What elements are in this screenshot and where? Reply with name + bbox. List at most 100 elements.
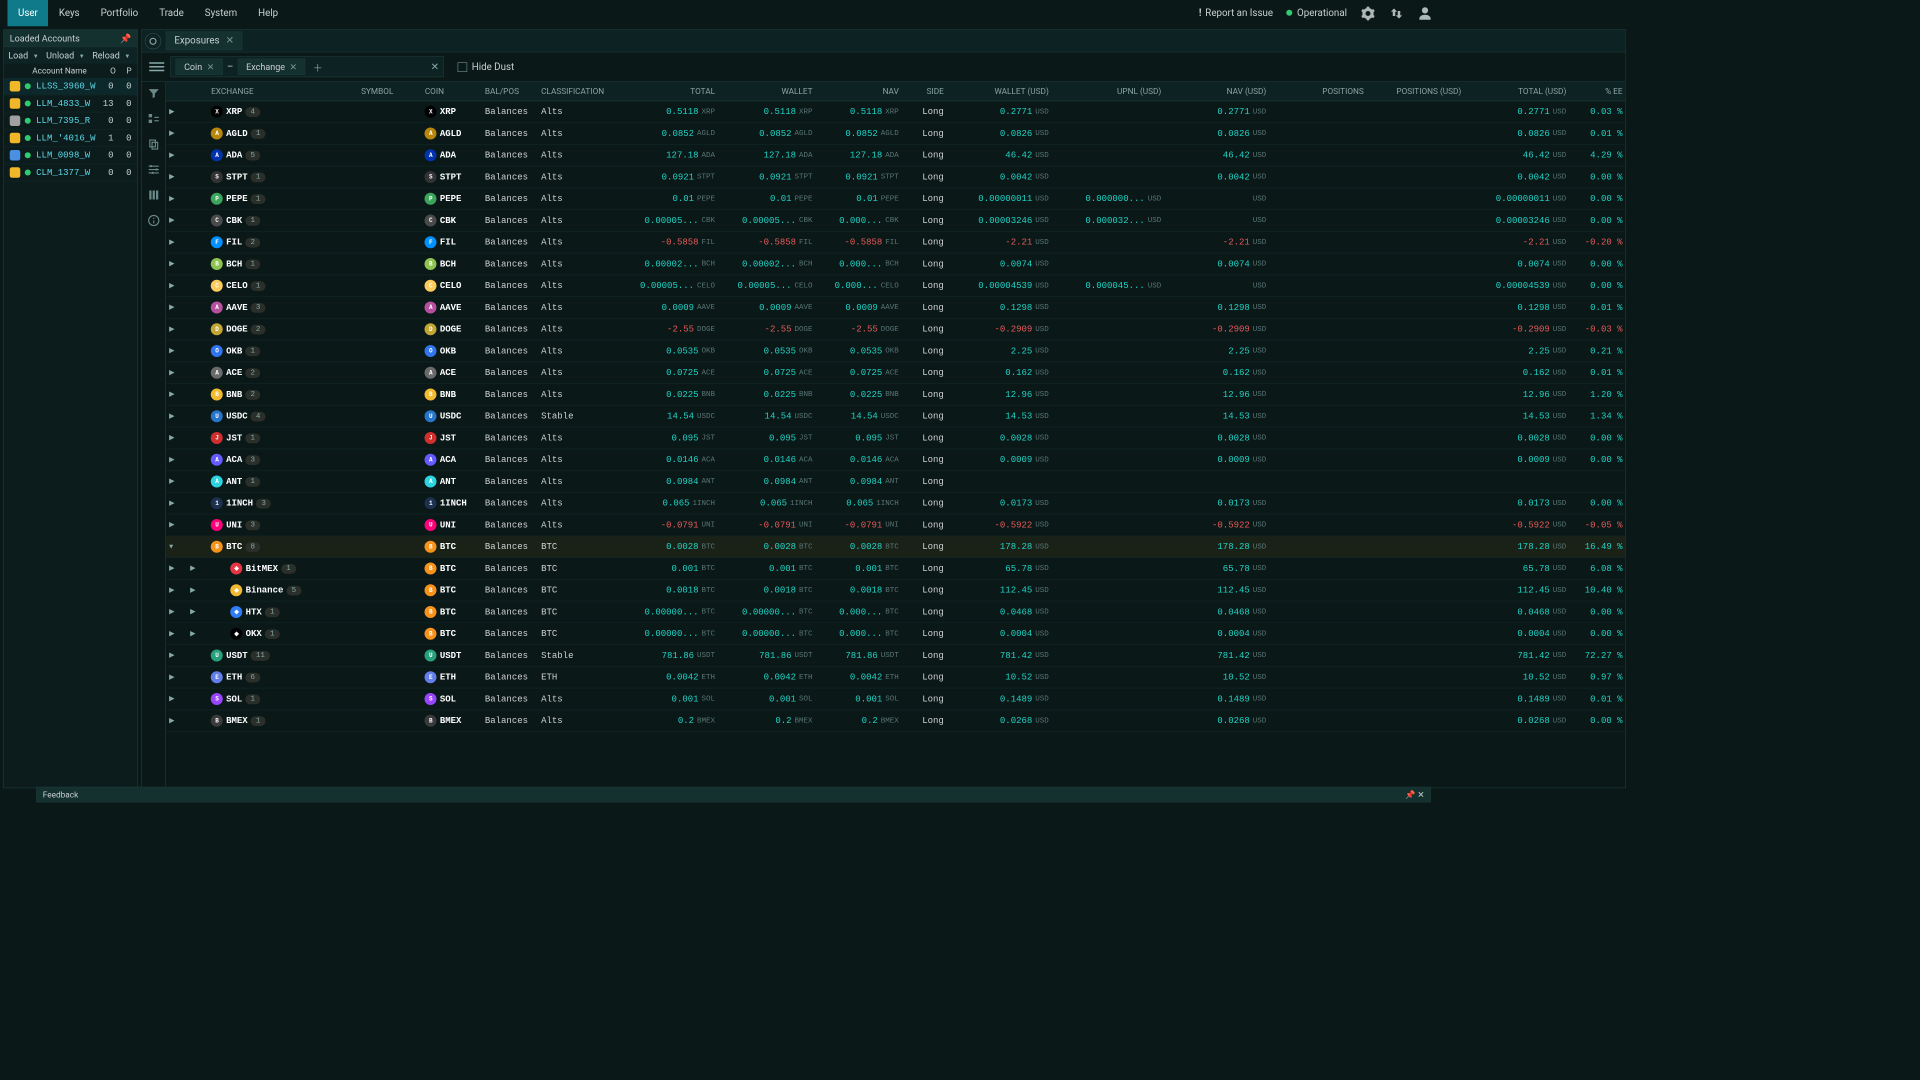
table-row[interactable]: ▶ AACA 3 AACA Balances Alts 0.0146ACA 0.… (166, 449, 1626, 471)
clear-chips-icon[interactable]: ✕ (326, 61, 439, 72)
col-header[interactable]: NAV (816, 82, 902, 101)
expand-icon[interactable]: ▶ (169, 304, 174, 312)
col-header[interactable] (166, 82, 187, 101)
col-header[interactable]: % EE (1569, 82, 1625, 101)
settings-icon[interactable] (1361, 6, 1376, 21)
col-header[interactable]: BAL/POS (482, 82, 538, 101)
swap-icon[interactable] (1389, 6, 1404, 21)
col-header[interactable] (187, 82, 208, 101)
table-row[interactable]: ▶ PPEPE 1 PPEPE Balances Alts 0.01PEPE 0… (166, 188, 1626, 210)
col-header[interactable]: NAV (USD) (1164, 82, 1269, 101)
menu-trade[interactable]: Trade (149, 0, 195, 26)
expand-icon[interactable]: ▶ (169, 173, 174, 181)
expand-icon[interactable]: ▶ (169, 456, 174, 464)
menu-user[interactable]: User (8, 0, 49, 26)
table-row[interactable]: ▶ AACE 2 AACE Balances Alts 0.0725ACE 0.… (166, 362, 1626, 384)
table-row[interactable]: ▶ UUSDC 4 UUSDC Balances Stable 14.54USD… (166, 406, 1626, 428)
expand-icon[interactable]: ▼ (169, 543, 173, 551)
table-row[interactable]: ▶ JJST 1 JJST Balances Alts 0.095JST 0.0… (166, 428, 1626, 450)
table-row[interactable]: ▶ SSOL 1 SSOL Balances Alts 0.001SOL 0.0… (166, 689, 1626, 711)
expand-icon[interactable]: ▶ (169, 369, 174, 377)
table-row[interactable]: ▶ XXRP 4 XXRP Balances Alts 0.5118XRP 0.… (166, 101, 1626, 123)
copy-icon[interactable] (147, 137, 161, 151)
col-header[interactable]: EXCHANGE (208, 82, 358, 101)
expand-icon[interactable]: ▶ (169, 434, 174, 442)
table-row[interactable]: ▶ BBCH 1 BBCH Balances Alts 0.00002...BC… (166, 254, 1626, 276)
table-row[interactable]: ▶ ▶ ◆HTX 1 BBTC Balances BTC 0.00000...B… (166, 602, 1626, 624)
account-row[interactable]: LLM_7395_R00 (4, 113, 138, 130)
col-header[interactable]: SYMBOL (358, 82, 422, 101)
account-row[interactable]: LLM_4833_W130 (4, 95, 138, 112)
expand-icon[interactable]: ▶ (169, 674, 174, 682)
col-header[interactable]: WALLET (718, 82, 816, 101)
columns-icon[interactable] (147, 188, 161, 202)
expand-icon[interactable]: ▶ (169, 652, 174, 660)
filter-chip-coin[interactable]: Coin✕ (176, 59, 223, 76)
col-header[interactable]: CLASSIFICATION (538, 82, 621, 101)
filter-icon[interactable] (147, 86, 161, 100)
expand-icon[interactable]: ▶ (169, 587, 174, 595)
expand-icon[interactable]: ▶ (169, 630, 174, 638)
nav-circle-icon[interactable] (145, 33, 162, 50)
menu-keys[interactable]: Keys (48, 0, 90, 26)
expand-icon[interactable]: ▶ (169, 717, 174, 725)
expand-icon[interactable]: ▶ (169, 608, 174, 616)
expand-icon[interactable]: ▶ (169, 239, 174, 247)
close-icon[interactable]: ✕ (1417, 790, 1424, 800)
expand-icon[interactable]: ▶ (169, 695, 174, 703)
table-row[interactable]: ▶ 11INCH 3 11INCH Balances Alts 0.0651IN… (166, 493, 1626, 515)
expand-icon[interactable]: ▶ (169, 500, 174, 508)
expand-icon[interactable]: ▶ (169, 108, 174, 116)
table-row[interactable]: ▶ BBMEX 1 BBMEX Balances Alts 0.2BMEX 0.… (166, 710, 1626, 732)
pin-icon[interactable]: 📌 (1405, 790, 1415, 800)
expand-icon[interactable]: ▶ (169, 326, 174, 334)
hamburger-icon[interactable] (150, 62, 165, 71)
col-header[interactable]: POSITIONS (USD) (1367, 82, 1465, 101)
table-row[interactable]: ▶ AAAVE 3 AAAVE Balances Alts 0.0009AAVE… (166, 297, 1626, 319)
sliders-icon[interactable] (147, 163, 161, 177)
table-row[interactable]: ▶ SSTPT 1 SSTPT Balances Alts 0.0921STPT… (166, 167, 1626, 189)
table-row[interactable]: ▶ UUNI 3 UUNI Balances Alts -0.0791UNI -… (166, 515, 1626, 537)
expand-icon[interactable]: ▶ (169, 260, 174, 268)
report-issue-link[interactable]: !Report an Issue (1199, 8, 1273, 19)
expand-icon[interactable]: ▶ (169, 347, 174, 355)
feedback-bar[interactable]: Feedback 📌 ✕ (36, 787, 1431, 803)
col-header[interactable]: TOTAL (621, 82, 719, 101)
account-row[interactable]: LLM_'4016_W10 (4, 130, 138, 147)
col-header[interactable]: WALLET (USD) (947, 82, 1052, 101)
table-row[interactable]: ▶ ▶ ◆Binance 5 BBTC Balances BTC 0.0018B… (166, 580, 1626, 602)
table-row[interactable]: ▶ FFIL 2 FFIL Balances Alts -0.5858FIL -… (166, 232, 1626, 254)
positions-grid[interactable]: EXCHANGESYMBOLCOINBAL/POSCLASSIFICATIONT… (166, 82, 1626, 788)
add-chip-icon[interactable]: ＋ (313, 60, 323, 74)
user-icon[interactable] (1418, 6, 1433, 21)
table-row[interactable]: ▶ UUSDT 11 UUSDT Balances Stable 781.86U… (166, 645, 1626, 667)
table-row[interactable]: ▶ CCELO 1 CCELO Balances Alts 0.00005...… (166, 275, 1626, 297)
pin-icon[interactable]: 📌 (120, 33, 131, 44)
account-row[interactable]: LLSS_3960_W00 (4, 78, 138, 95)
expand-icon[interactable]: ▶ (169, 195, 174, 203)
account-row[interactable]: CLM_1377_W00 (4, 164, 138, 181)
account-row[interactable]: LLM_0098_W00 (4, 147, 138, 164)
col-header[interactable]: COIN (422, 82, 482, 101)
table-row[interactable]: ▶ BBNB 2 BBNB Balances Alts 0.0225BNB 0.… (166, 384, 1626, 406)
info-icon[interactable] (147, 214, 161, 228)
table-row[interactable]: ▶ AADA 5 AADA Balances Alts 127.18ADA 12… (166, 145, 1626, 167)
reload-button[interactable]: Reload (92, 50, 130, 61)
expand-icon[interactable]: ▶ (169, 217, 174, 225)
expand-icon[interactable]: ▶ (169, 478, 174, 486)
col-header[interactable]: POSITIONS (1269, 82, 1367, 101)
table-row[interactable]: ▶ OOKB 1 OOKB Balances Alts 0.0535OKB 0.… (166, 341, 1626, 363)
hide-dust-checkbox[interactable]: Hide Dust (458, 61, 515, 72)
table-row[interactable]: ▶ ▶ ◆OKX 1 BBTC Balances BTC 0.00000...B… (166, 623, 1626, 645)
table-row[interactable]: ▶ DDOGE 2 DDOGE Balances Alts -2.55DOGE … (166, 319, 1626, 341)
load-button[interactable]: Load (8, 50, 38, 61)
filter-chip-exchange[interactable]: Exchange✕ (238, 59, 305, 76)
table-row[interactable]: ▶ AANT 1 AANT Balances Alts 0.0984ANT 0.… (166, 471, 1626, 493)
unload-button[interactable]: Unload (46, 50, 85, 61)
expand-icon[interactable]: ▶ (169, 565, 174, 573)
table-row[interactable]: ▶ AAGLD 1 AAGLD Balances Alts 0.0852AGLD… (166, 123, 1626, 145)
expand-icon[interactable]: ▶ (169, 413, 174, 421)
tab-exposures[interactable]: Exposures ✕ (166, 32, 242, 51)
close-tab-icon[interactable]: ✕ (226, 35, 234, 46)
expand-icon[interactable]: ▶ (169, 130, 174, 138)
